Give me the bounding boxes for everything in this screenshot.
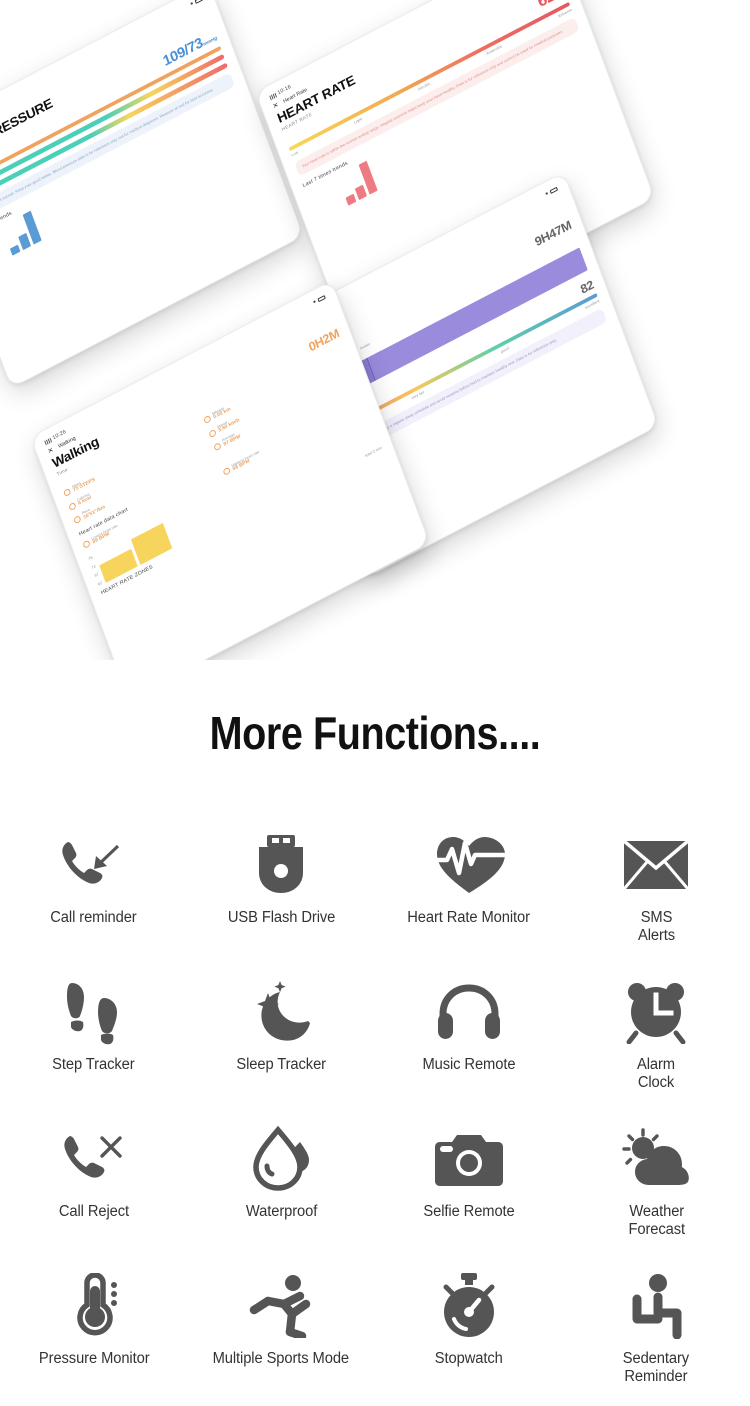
function-label: Selfie Remote [423,1203,515,1220]
thermometer-icon [65,1269,123,1343]
alarm-clock-icon [623,975,689,1049]
function-item-waterproof[interactable]: Waterproof [188,1116,376,1221]
function-label: Alarm Clock [637,1056,676,1091]
wifi-icon: ● [312,298,318,306]
battery-icon [549,186,559,195]
function-label: Sleep Tracker [236,1056,327,1073]
function-label: Waterproof [245,1203,317,1220]
running-person-icon [246,1269,316,1343]
app-screens-collage: 10:08 ● × Blood Pressure BLOOD PRESSURE … [0,0,750,660]
hr-zone-label: Low [290,149,299,158]
call-incoming-icon [56,828,132,902]
envelope-icon [623,828,690,902]
moon-stars-icon [246,975,316,1049]
function-item-stopwatch[interactable]: Stopwatch [375,1263,563,1368]
function-label: USB Flash Drive [227,909,336,926]
page-title: More Functions.... [209,707,541,759]
battery-icon [317,294,326,303]
bp-unit: mmHg [202,35,219,48]
function-label: Weather Forecast [627,1203,685,1238]
function-label: Sedentary Reminder [623,1350,690,1385]
sleep-stage-label-awake: Awake [359,342,371,351]
chart-axis-tick: 62 [97,580,103,587]
function-label: Call Reject [58,1203,129,1220]
function-item-weather-forecast[interactable]: Weather Forecast [563,1116,750,1239]
function-label: Multiple Sports Mode [213,1350,350,1367]
stopwatch-icon [438,1269,500,1343]
function-item-alarm-clock[interactable]: Alarm Clock [563,969,750,1092]
function-label: Music Remote [422,1056,516,1073]
function-item-heart-rate-monitor[interactable]: Heart Rate Monitor [375,822,563,927]
hr-unit: BPM [555,0,567,1]
function-item-selfie-remote[interactable]: Selfie Remote [375,1116,563,1221]
sitting-person-icon [625,1269,687,1343]
sleep-score-zone-label: good [499,345,510,355]
function-item-sleep-tracker[interactable]: Sleep Tracker [188,969,376,1074]
footprints-icon [64,975,124,1049]
function-label: Stopwatch [434,1350,503,1367]
function-item-pressure-monitor[interactable]: Pressure Monitor [0,1263,188,1368]
functions-grid: Call reminder USB Flash Drive Heart Rate… [0,822,750,1406]
walk-zones-sub: total 2 min [364,445,383,459]
sun-cloud-icon [619,1122,693,1196]
hr-zone-label: Light [353,116,363,125]
function-item-usb-flash-drive[interactable]: USB Flash Drive [188,822,376,927]
wifi-icon: ● [189,0,195,8]
function-item-sms-alerts[interactable]: SMS Alerts [563,822,750,945]
function-label: Call reminder [50,909,137,926]
function-item-call-reject[interactable]: Call Reject [0,1116,188,1221]
camera-icon [434,1122,503,1196]
function-item-sedentary-reminder[interactable]: Sedentary Reminder [563,1263,750,1386]
function-label: Step Tracker [52,1056,135,1073]
wifi-icon: ● [544,190,550,198]
function-label: Heart Rate Monitor [407,909,531,926]
function-label: SMS Alerts [637,909,675,944]
headphones-icon [437,975,501,1049]
battery-icon [194,0,204,5]
function-item-call-reminder[interactable]: Call reminder [0,822,188,927]
function-item-music-remote[interactable]: Music Remote [375,969,563,1074]
heart-pulse-icon [432,828,505,902]
function-item-multiple-sports-mode[interactable]: Multiple Sports Mode [188,1263,376,1368]
sleep-score-value: 82 [578,276,596,297]
function-item-step-tracker[interactable]: Step Tracker [0,969,188,1074]
usb-icon [253,828,309,902]
chart-axis-tick: 72 [90,563,97,570]
chart-axis-tick: 67 [93,571,100,579]
chart-axis-tick: 76 [87,554,94,562]
call-reject-icon [58,1122,130,1196]
page-root: 10:08 ● × Blood Pressure BLOOD PRESSURE … [0,0,750,1406]
function-label: Pressure Monitor [38,1350,150,1367]
water-drop-icon [248,1122,314,1196]
